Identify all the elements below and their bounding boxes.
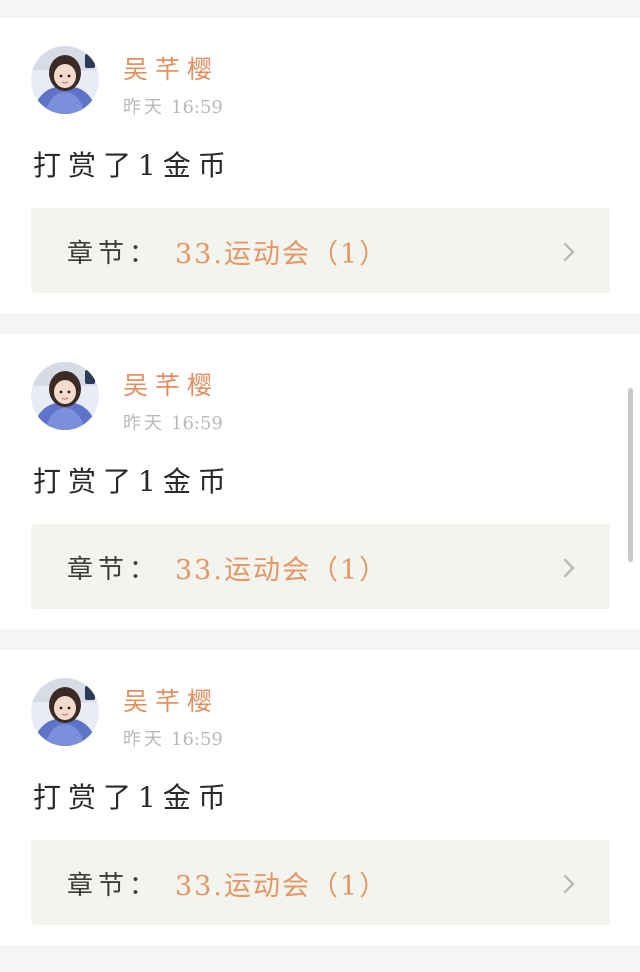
chapter-title: 33.运动会（1） — [175, 871, 389, 902]
reward-feed: 吴芊樱 昨天 16:59 打赏了1金币 章节： 33.运动会（1） 吴芊樱 昨天… — [0, 18, 640, 966]
timestamp-time: 16:59 — [171, 729, 223, 750]
chapter-title: 33.运动会（1） — [175, 555, 389, 586]
timestamp-time: 16:59 — [171, 413, 223, 434]
reward-text: 打赏了1金币 — [33, 781, 233, 814]
username[interactable]: 吴芊樱 — [123, 366, 219, 402]
chapter-prefix: 章节： — [67, 555, 161, 585]
chevron-right-icon — [563, 874, 575, 894]
timestamp: 昨天 16:59 — [123, 93, 223, 119]
reward-card: 吴芊樱 昨天 16:59 打赏了1金币 章节： 33.运动会（1） — [0, 334, 640, 629]
timestamp-day: 昨天 — [123, 729, 165, 750]
timestamp-day: 昨天 — [123, 413, 165, 434]
chapter-title: 33.运动会（1） — [175, 239, 389, 270]
timestamp-day: 昨天 — [123, 97, 165, 118]
vertical-scrollbar[interactable] — [628, 388, 633, 562]
chapter-link[interactable]: 章节： 33.运动会（1） — [31, 840, 610, 925]
timestamp-time: 16:59 — [171, 97, 223, 118]
chapter-link[interactable]: 章节： 33.运动会（1） — [31, 208, 610, 293]
user-avatar[interactable] — [31, 678, 99, 746]
chevron-right-icon — [563, 558, 575, 578]
reward-card: 吴芊樱 昨天 16:59 打赏了1金币 章节： 33.运动会（1） — [0, 650, 640, 945]
reward-text: 打赏了1金币 — [33, 149, 233, 182]
timestamp: 昨天 16:59 — [123, 409, 223, 435]
chapter-prefix: 章节： — [67, 871, 161, 901]
chevron-right-icon — [563, 242, 575, 262]
username[interactable]: 吴芊樱 — [123, 50, 219, 86]
chapter-link[interactable]: 章节： 33.运动会（1） — [31, 524, 610, 609]
user-avatar[interactable] — [31, 362, 99, 430]
reward-card: 吴芊樱 昨天 16:59 打赏了1金币 章节： 33.运动会（1） — [0, 18, 640, 313]
reward-text: 打赏了1金币 — [33, 465, 233, 498]
user-avatar[interactable] — [31, 46, 99, 114]
timestamp: 昨天 16:59 — [123, 725, 223, 751]
chapter-prefix: 章节： — [67, 239, 161, 269]
username[interactable]: 吴芊樱 — [123, 682, 219, 718]
